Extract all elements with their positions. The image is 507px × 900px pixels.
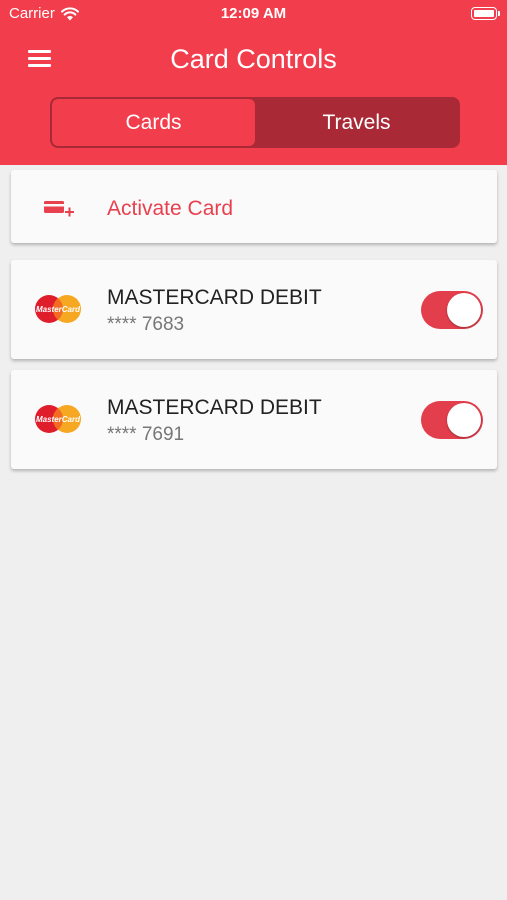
mastercard-logo: MasterCard [35,405,81,433]
svg-text:MasterCard: MasterCard [36,415,81,424]
card-number: **** 7683 [107,314,185,335]
status-time: 12:09 AM [220,5,287,22]
segmented-control: Cards Travels [50,97,460,148]
mastercard-logo: MasterCard [35,295,81,323]
svg-text:MasterCard: MasterCard [36,305,81,314]
activate-card-button[interactable]: Activate Card [11,170,497,243]
card-number: **** 7691 [107,424,185,445]
card-name: MASTERCARD DEBIT [107,396,322,419]
status-bar: Carrier 12:09 AM [0,0,507,28]
activate-card-label: Activate Card [107,197,234,220]
add-card-icon [44,201,74,217]
card-row[interactable]: MasterCard MASTERCARD DEBIT **** 7683 [11,260,497,359]
tab-cards[interactable]: Cards [52,99,255,146]
card-toggle[interactable] [421,291,483,329]
page-title: Card Controls [170,44,337,74]
tab-travels[interactable]: Travels [255,99,458,146]
battery-icon [471,7,500,20]
app-header: Carrier 12:09 AM Card Controls Cards Tra… [0,0,507,165]
card-toggle[interactable] [421,401,483,439]
card-row[interactable]: MasterCard MASTERCARD DEBIT **** 7691 [11,370,497,469]
card-name: MASTERCARD DEBIT [107,286,322,309]
